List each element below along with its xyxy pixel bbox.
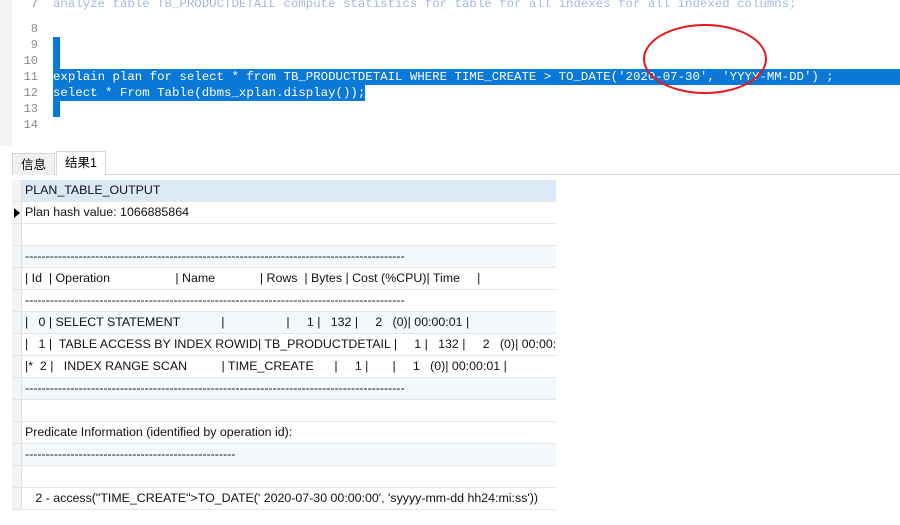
table-row[interactable]: ----------------------------------------… xyxy=(12,246,556,268)
column-header-row: PLAN_TABLE_OUTPUT xyxy=(12,180,556,202)
table-cell[interactable]: | 0 | SELECT STATEMENT | | 1 | 132 | 2 (… xyxy=(22,312,556,333)
table-row[interactable] xyxy=(12,224,556,246)
row-header[interactable] xyxy=(12,202,22,223)
table-row[interactable]: |* 2 | INDEX RANGE SCAN | TIME_CREATE | … xyxy=(12,356,556,378)
result-tabs: 信息 结果1 xyxy=(12,150,900,176)
line-number: 13 xyxy=(23,102,38,116)
row-header[interactable] xyxy=(12,246,22,267)
line-number: 10 xyxy=(23,54,38,68)
row-header[interactable] xyxy=(12,378,22,399)
table-cell[interactable] xyxy=(22,224,556,245)
row-header-corner xyxy=(12,180,22,201)
row-header[interactable] xyxy=(12,312,22,333)
line-number: 9 xyxy=(30,38,38,52)
code-text[interactable]: analyze table TB_PRODUCTDETAIL compute s… xyxy=(53,0,797,12)
table-cell[interactable]: ----------------------------------------… xyxy=(22,290,556,311)
table-cell[interactable]: Plan hash value: 1066885864 xyxy=(22,202,556,223)
editor-line[interactable]: 8 xyxy=(0,21,900,37)
table-cell[interactable] xyxy=(22,400,556,421)
code-text[interactable] xyxy=(53,101,60,117)
sql-editor[interactable]: 7 analyze table TB_PRODUCTDETAIL compute … xyxy=(0,0,900,146)
row-header[interactable] xyxy=(12,400,22,421)
line-number: 7 xyxy=(30,0,38,11)
table-row[interactable] xyxy=(12,400,556,422)
table-row[interactable]: | 1 | TABLE ACCESS BY INDEX ROWID| TB_PR… xyxy=(12,334,556,356)
line-number: 14 xyxy=(23,118,38,132)
row-header[interactable] xyxy=(12,488,22,509)
tab-result1[interactable]: 结果1 xyxy=(56,151,106,176)
row-header[interactable] xyxy=(12,422,22,443)
line-number: 11 xyxy=(23,70,38,84)
table-cell[interactable]: 2 - access("TIME_CREATE">TO_DATE(' 2020-… xyxy=(22,488,556,509)
table-cell[interactable]: Predicate Information (identified by ope… xyxy=(22,422,556,443)
table-cell[interactable]: |* 2 | INDEX RANGE SCAN | TIME_CREATE | … xyxy=(22,356,556,377)
code-text[interactable]: select * From Table(dbms_xplan.display()… xyxy=(53,85,366,101)
editor-line[interactable]: 7 analyze table TB_PRODUCTDETAIL compute … xyxy=(0,0,900,21)
line-number: 8 xyxy=(30,22,38,36)
row-header[interactable] xyxy=(12,290,22,311)
table-row[interactable]: ----------------------------------------… xyxy=(12,444,556,466)
table-cell[interactable] xyxy=(22,466,556,487)
table-row[interactable]: ----------------------------------------… xyxy=(12,290,556,312)
row-header[interactable] xyxy=(12,466,22,487)
row-header[interactable] xyxy=(12,334,22,355)
table-row[interactable]: 2 - access("TIME_CREATE">TO_DATE(' 2020-… xyxy=(12,488,556,510)
editor-line[interactable]: 10 xyxy=(0,53,900,69)
editor-line[interactable]: 11 explain plan for select * from TB_PROD… xyxy=(0,69,900,85)
row-header[interactable] xyxy=(12,224,22,245)
editor-line[interactable]: 12 select * From Table(dbms_xplan.display… xyxy=(0,85,900,101)
table-cell[interactable]: ----------------------------------------… xyxy=(22,378,556,399)
row-header[interactable] xyxy=(12,444,22,465)
table-cell[interactable]: | Id | Operation | Name | Rows | Bytes |… xyxy=(22,268,556,289)
code-text[interactable] xyxy=(53,37,60,53)
editor-line[interactable]: 13 xyxy=(0,101,900,117)
table-row[interactable]: | Id | Operation | Name | Rows | Bytes |… xyxy=(12,268,556,290)
table-row[interactable]: | 0 | SELECT STATEMENT | | 1 | 132 | 2 (… xyxy=(12,312,556,334)
table-row[interactable] xyxy=(12,466,556,488)
editor-line[interactable]: 9 xyxy=(0,37,900,53)
row-header[interactable] xyxy=(12,356,22,377)
table-cell[interactable]: | 1 | TABLE ACCESS BY INDEX ROWID| TB_PR… xyxy=(22,334,556,355)
table-row[interactable]: Predicate Information (identified by ope… xyxy=(12,422,556,444)
table-cell[interactable]: ----------------------------------------… xyxy=(22,246,556,267)
code-text[interactable] xyxy=(53,53,60,69)
result-grid[interactable]: PLAN_TABLE_OUTPUT Plan hash value: 10668… xyxy=(12,180,556,510)
line-number: 12 xyxy=(23,86,38,100)
tab-info[interactable]: 信息 xyxy=(12,153,56,175)
table-cell[interactable]: ----------------------------------------… xyxy=(22,444,556,465)
table-row[interactable]: Plan hash value: 1066885864 xyxy=(12,202,556,224)
code-text[interactable]: explain plan for select * from TB_PRODUC… xyxy=(53,69,900,85)
editor-line[interactable]: 14 xyxy=(0,117,900,133)
table-row[interactable]: ----------------------------------------… xyxy=(12,378,556,400)
current-row-arrow-icon xyxy=(14,208,20,218)
row-header[interactable] xyxy=(12,268,22,289)
column-header-plan-table-output[interactable]: PLAN_TABLE_OUTPUT xyxy=(22,180,556,201)
